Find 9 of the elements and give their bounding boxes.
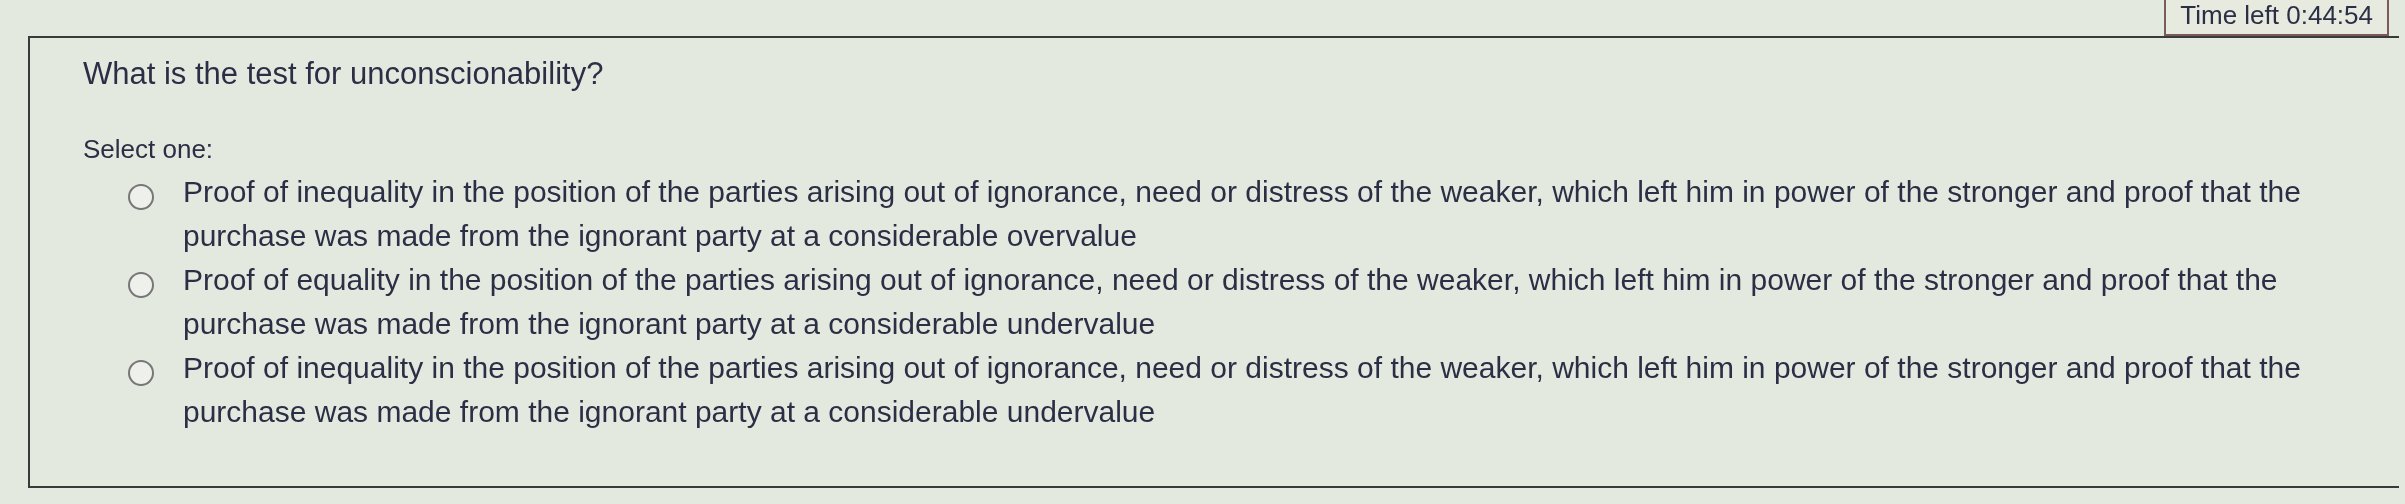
timer: Time left 0:44:54 xyxy=(2164,0,2389,36)
option-label: Proof of inequality in the position of the parties arising out of ignorance, need or distress of the weaker, which left him in power of the stronger and proof that the purchase was made from the ignorant party at a considerable undervalue xyxy=(183,350,2302,430)
radio-button[interactable] xyxy=(128,184,154,210)
prompt-text: Select one: xyxy=(83,133,215,166)
option-label: Proof of inequality in the position of the parties arising out of ignorance, need or distress of the weaker, which left him in power of the stronger and proof that the purchase was made from the ignorant party at a considerable overvalue xyxy=(183,174,2302,254)
question-text: What is the test for unconscionability? xyxy=(83,55,605,93)
radio-button[interactable] xyxy=(128,360,154,386)
radio-button[interactable] xyxy=(128,272,154,298)
option-label: Proof of equality in the position of the parties arising out of ignorance, need or distress of the weaker, which left him in power of the stronger and proof that the purchase was made from the ignorant party at a considerable undervalue xyxy=(183,262,2279,342)
